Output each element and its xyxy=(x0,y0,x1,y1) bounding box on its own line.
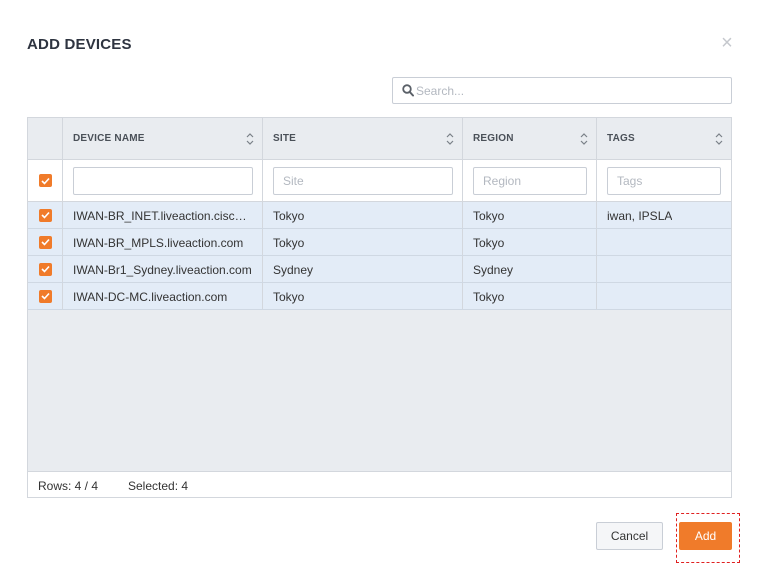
column-header-device-name[interactable]: DEVICE NAME xyxy=(63,118,263,159)
tags-text: iwan, IPSLA xyxy=(607,209,673,223)
checkmark-icon xyxy=(40,211,50,219)
region-text: Sydney xyxy=(473,263,514,277)
filter-site-input[interactable] xyxy=(273,167,453,195)
site-text: Tokyo xyxy=(273,236,305,250)
checkmark-icon xyxy=(40,265,50,273)
device-name-cell: IWAN-Br1_Sydney.liveaction.com xyxy=(63,256,263,282)
region-cell: Tokyo xyxy=(463,229,597,255)
header-checkbox-column xyxy=(28,118,63,159)
device-name-text: IWAN-BR_INET.liveaction.cisco.... xyxy=(73,209,253,223)
filter-region-input[interactable] xyxy=(473,167,587,195)
sort-icon[interactable] xyxy=(715,132,723,146)
site-text: Sydney xyxy=(273,263,314,277)
sort-icon[interactable] xyxy=(580,132,588,146)
search-box xyxy=(392,77,732,104)
row-checkbox[interactable] xyxy=(38,289,52,303)
region-cell: Tokyo xyxy=(463,283,597,309)
site-cell: Sydney xyxy=(263,256,463,282)
column-header-tags[interactable]: TAGS xyxy=(597,118,731,159)
site-text: Tokyo xyxy=(273,209,305,223)
checkmark-icon xyxy=(40,292,50,300)
device-name-cell: IWAN-BR_INET.liveaction.cisco.... xyxy=(63,202,263,228)
device-name-cell: IWAN-BR_MPLS.liveaction.com xyxy=(63,229,263,255)
selected-count: Selected: 4 xyxy=(128,479,189,493)
row-checkbox-cell xyxy=(28,202,63,228)
tags-cell: iwan, IPSLA xyxy=(597,202,731,228)
site-cell: Tokyo xyxy=(263,229,463,255)
table-row[interactable]: IWAN-DC-MC.liveaction.com Tokyo Tokyo xyxy=(28,283,731,310)
device-name-text: IWAN-BR_MPLS.liveaction.com xyxy=(73,236,244,250)
column-header-site[interactable]: SITE xyxy=(263,118,463,159)
close-icon[interactable]: × xyxy=(719,33,735,53)
rows-count: Rows: 4 / 4 xyxy=(38,479,99,493)
filter-site-cell xyxy=(263,160,463,201)
sort-icon[interactable] xyxy=(246,132,254,146)
filter-tags-input[interactable] xyxy=(607,167,721,195)
filter-tags-cell xyxy=(597,160,731,201)
column-header-label: REGION xyxy=(473,133,514,144)
region-text: Tokyo xyxy=(473,290,505,304)
device-name-text: IWAN-DC-MC.liveaction.com xyxy=(73,290,228,304)
table-row[interactable]: IWAN-BR_INET.liveaction.cisco.... Tokyo … xyxy=(28,202,731,229)
device-name-text: IWAN-Br1_Sydney.liveaction.com xyxy=(73,263,252,277)
tags-cell xyxy=(597,256,731,282)
table-header-row: DEVICE NAME SITE REGION TAGS xyxy=(28,118,731,160)
select-all-checkbox[interactable] xyxy=(38,174,52,187)
site-text: Tokyo xyxy=(273,290,305,304)
column-header-label: SITE xyxy=(273,133,297,144)
checkmark-icon xyxy=(40,177,50,185)
tags-cell xyxy=(597,283,731,309)
row-checkbox[interactable] xyxy=(38,208,52,222)
column-header-label: DEVICE NAME xyxy=(73,133,145,144)
search-input[interactable] xyxy=(416,81,716,100)
row-checkbox-cell xyxy=(28,256,63,282)
tags-cell xyxy=(597,229,731,255)
column-header-region[interactable]: REGION xyxy=(463,118,597,159)
table-row[interactable]: IWAN-BR_MPLS.liveaction.com Tokyo Tokyo xyxy=(28,229,731,256)
region-cell: Sydney xyxy=(463,256,597,282)
row-checkbox[interactable] xyxy=(38,235,52,249)
region-text: Tokyo xyxy=(473,236,505,250)
dialog-title: ADD DEVICES xyxy=(27,36,132,53)
row-checkbox-cell xyxy=(28,283,63,309)
checkmark-icon xyxy=(40,238,50,246)
select-all-cell xyxy=(28,160,63,201)
sort-icon[interactable] xyxy=(446,132,454,146)
region-cell: Tokyo xyxy=(463,202,597,228)
add-button[interactable]: Add xyxy=(679,522,732,550)
row-checkbox-cell xyxy=(28,229,63,255)
filter-device-name-input[interactable] xyxy=(73,167,253,195)
cancel-button[interactable]: Cancel xyxy=(596,522,663,550)
filter-device-name-cell xyxy=(63,160,263,201)
table-row[interactable]: IWAN-Br1_Sydney.liveaction.com Sydney Sy… xyxy=(28,256,731,283)
filter-region-cell xyxy=(463,160,597,201)
region-text: Tokyo xyxy=(473,209,505,223)
devices-table: DEVICE NAME SITE REGION TAGS Site Region… xyxy=(27,117,732,498)
site-cell: Tokyo xyxy=(263,283,463,309)
table-footer: Rows: 4 / 4 Selected: 4 xyxy=(28,471,731,497)
filter-row xyxy=(28,160,731,202)
column-header-label: TAGS xyxy=(607,133,635,144)
search-icon xyxy=(402,84,414,97)
site-cell: Tokyo xyxy=(263,202,463,228)
device-name-cell: IWAN-DC-MC.liveaction.com xyxy=(63,283,263,309)
row-checkbox[interactable] xyxy=(38,262,52,276)
